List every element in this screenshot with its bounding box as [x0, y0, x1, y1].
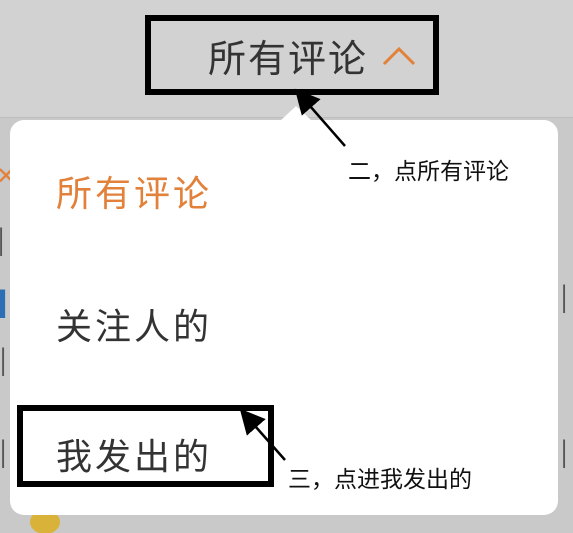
annotation-arrows [239, 88, 346, 461]
arrow-icon [239, 408, 286, 461]
annotation-step-2: 二，点所有评论 [348, 159, 509, 185]
annotation-step-3: 三，点进我发出的 [288, 467, 472, 493]
arrow-icon [294, 88, 346, 147]
